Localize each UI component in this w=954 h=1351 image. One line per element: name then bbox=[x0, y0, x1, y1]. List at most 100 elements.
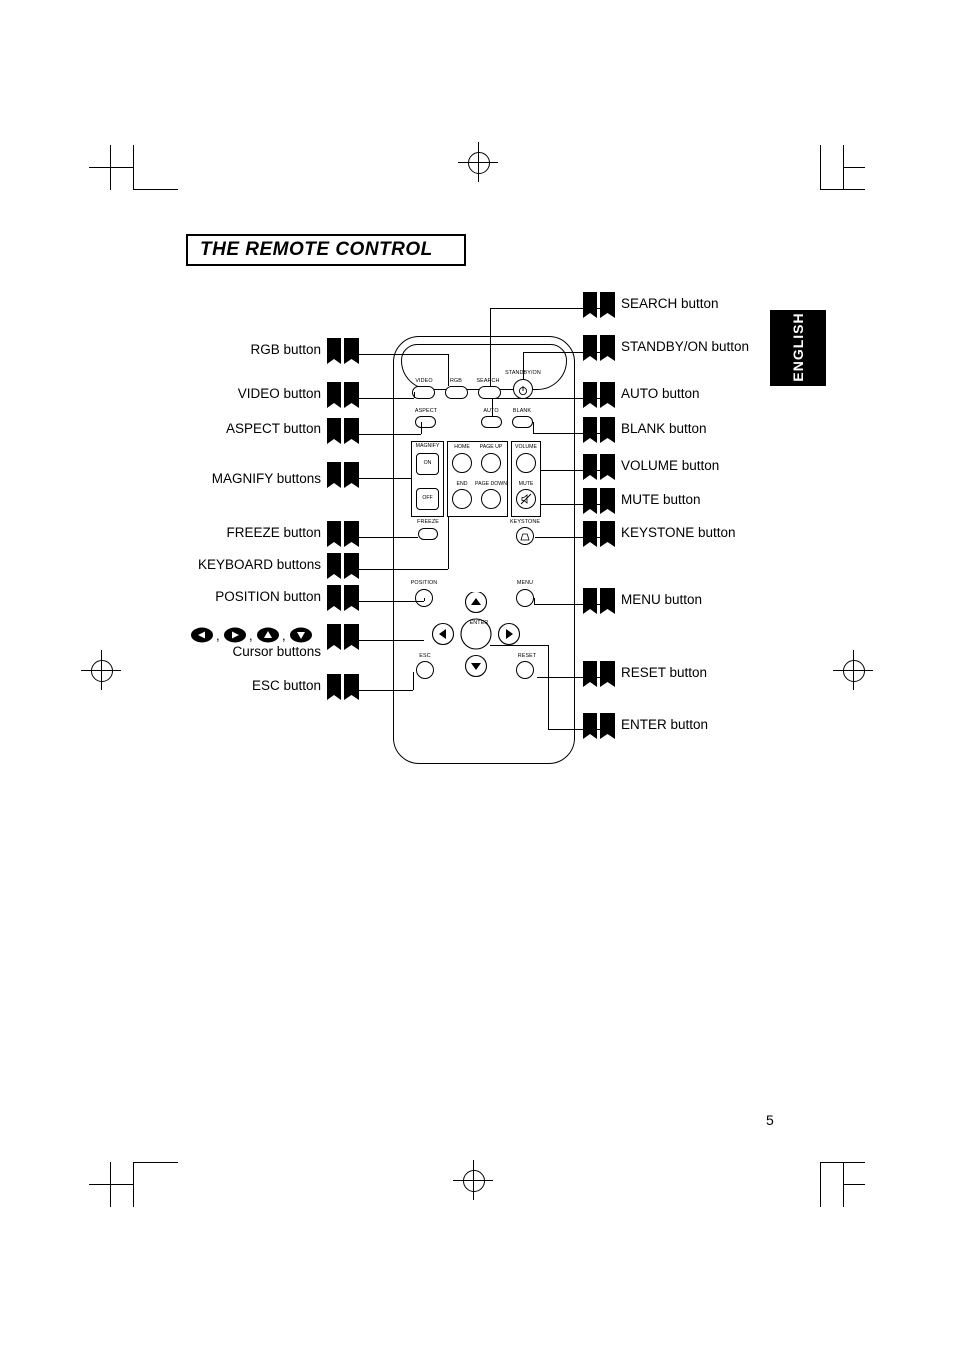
callout-mute-button: MUTE button bbox=[621, 492, 701, 507]
flag-aspect bbox=[327, 418, 359, 448]
svg-text:,: , bbox=[216, 628, 220, 643]
page-down-key-caption: PAGE DOWN bbox=[475, 481, 507, 487]
leader-position bbox=[358, 601, 424, 602]
crop-mark-tl-h bbox=[89, 167, 134, 168]
callout-aspect-button: ASPECT button bbox=[225, 421, 321, 436]
callout-magnify-buttons: MAGNIFY buttons bbox=[211, 471, 321, 486]
leader-position-v bbox=[424, 598, 425, 601]
callout-freeze-button: FREEZE button bbox=[226, 525, 321, 540]
leader-aspect-v bbox=[421, 422, 422, 434]
cursor-symbols: , , , bbox=[190, 626, 321, 644]
language-tab-label: ENGLISH bbox=[790, 312, 806, 382]
auto-key[interactable] bbox=[481, 416, 502, 428]
video-key-caption: VIDEO bbox=[415, 378, 433, 384]
crop-mark-tr-v bbox=[820, 145, 821, 190]
leader-video bbox=[358, 398, 414, 399]
esc-key[interactable] bbox=[416, 661, 434, 679]
leader-freeze bbox=[358, 537, 418, 538]
flag-video bbox=[327, 382, 359, 412]
registration-top-h bbox=[458, 162, 498, 163]
callout-blank-button: BLANK button bbox=[621, 421, 707, 436]
leader-keyboard bbox=[358, 569, 448, 570]
menu-key-caption: MENU bbox=[516, 580, 534, 586]
flag-reset bbox=[583, 661, 615, 691]
blank-key-caption: BLANK bbox=[512, 408, 532, 414]
power-icon bbox=[518, 383, 528, 396]
leader-enter-v bbox=[548, 645, 549, 729]
svg-text:,: , bbox=[249, 628, 253, 643]
blank-key[interactable] bbox=[512, 416, 533, 428]
aspect-key[interactable] bbox=[415, 416, 436, 428]
crop-mark-br-v bbox=[820, 1162, 821, 1207]
page-up-key[interactable] bbox=[481, 453, 501, 473]
end-key-caption: END bbox=[456, 481, 468, 487]
callout-menu-button: MENU button bbox=[621, 592, 703, 607]
home-key-caption: HOME bbox=[454, 444, 470, 450]
callout-auto-button: AUTO button bbox=[621, 386, 700, 401]
mute-icon bbox=[519, 492, 533, 506]
flag-auto bbox=[583, 382, 615, 412]
rgb-key-caption: RGB bbox=[450, 378, 462, 384]
flag-enter bbox=[583, 713, 615, 743]
end-key[interactable] bbox=[452, 489, 472, 509]
flag-freeze bbox=[327, 521, 359, 551]
svg-text:,: , bbox=[282, 628, 286, 643]
leader-menu-v bbox=[534, 598, 535, 604]
flag-blank bbox=[583, 417, 615, 447]
callout-position-button: POSITION button bbox=[215, 589, 321, 604]
leader-video-v bbox=[414, 392, 415, 398]
volume-key-caption: VOLUME bbox=[515, 444, 537, 450]
leader-standby-v bbox=[523, 352, 524, 380]
leader-cursor bbox=[358, 640, 424, 641]
leader-search-v bbox=[490, 308, 491, 386]
aspect-key-caption: ASPECT bbox=[414, 408, 438, 414]
video-key[interactable] bbox=[412, 386, 435, 399]
reset-key[interactable] bbox=[516, 661, 534, 679]
leader-enter-h2 bbox=[490, 645, 548, 646]
page-down-key[interactable] bbox=[481, 489, 501, 509]
flag-keyboard bbox=[327, 553, 359, 583]
crop-mark-bl-h bbox=[89, 1184, 134, 1185]
registration-mark-top bbox=[468, 152, 490, 174]
leader-esc bbox=[358, 690, 413, 691]
leader-keyboard-v bbox=[448, 517, 449, 569]
leader-aspect bbox=[358, 434, 421, 435]
flag-cursor bbox=[327, 624, 359, 654]
leader-rgb bbox=[358, 354, 448, 355]
leader-blank-v bbox=[533, 422, 534, 433]
callout-reset-button: RESET button bbox=[621, 665, 708, 680]
rgb-key[interactable] bbox=[445, 386, 468, 399]
callout-keystone-button: KEYSTONE button bbox=[621, 525, 736, 540]
home-key[interactable] bbox=[452, 453, 472, 473]
leader-auto-v bbox=[492, 398, 493, 416]
reset-key-caption: RESET bbox=[517, 653, 537, 659]
freeze-key[interactable] bbox=[418, 528, 438, 540]
callout-standby-on-button: STANDBY/ON button bbox=[621, 339, 750, 354]
callout-keyboard-buttons: KEYBOARD buttons bbox=[197, 557, 321, 572]
leader-esc-v bbox=[413, 672, 414, 690]
crop-mark-bl2-v bbox=[133, 1162, 134, 1207]
esc-key-caption: ESC bbox=[419, 653, 431, 659]
freeze-key-caption: FREEZE bbox=[417, 519, 439, 525]
page-up-key-caption: PAGE UP bbox=[479, 444, 503, 450]
keystone-icon bbox=[519, 530, 531, 542]
page-title: THE REMOTE CONTROL bbox=[200, 239, 433, 260]
flag-search bbox=[583, 292, 615, 322]
search-key-caption: SEARCH bbox=[476, 378, 500, 384]
flag-magnify bbox=[327, 462, 359, 492]
registration-mark-right bbox=[843, 660, 865, 682]
magnify-key-caption: MAGNIFY bbox=[415, 443, 440, 449]
callout-rgb-button: RGB button bbox=[250, 342, 321, 357]
mute-key-caption: MUTE bbox=[518, 481, 534, 487]
page-number: 5 bbox=[766, 1112, 774, 1128]
registration-mark-bottom bbox=[463, 1170, 485, 1192]
flag-mute bbox=[583, 488, 615, 518]
flag-esc bbox=[327, 674, 359, 704]
crop-mark-tl2-v bbox=[133, 145, 134, 190]
volume-key[interactable] bbox=[516, 453, 536, 473]
callout-volume-button: VOLUME button bbox=[621, 458, 720, 473]
enter-key-caption: ENTER bbox=[469, 620, 489, 626]
flag-rgb bbox=[327, 338, 359, 368]
callout-esc-button: ESC button bbox=[251, 678, 321, 693]
flag-standby bbox=[583, 335, 615, 365]
